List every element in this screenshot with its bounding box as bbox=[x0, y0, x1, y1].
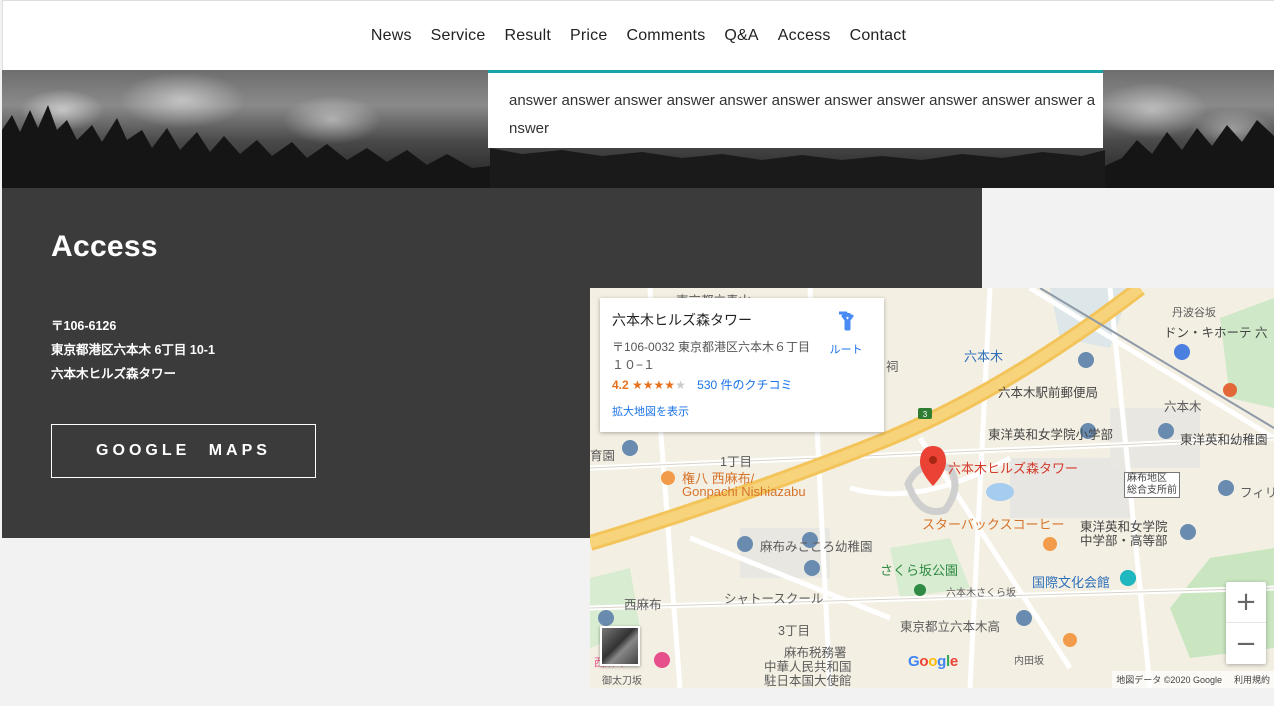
nav-service[interactable]: Service bbox=[421, 27, 495, 45]
reviews-link[interactable]: 530 件のクチコミ bbox=[697, 378, 792, 392]
place-rating: 4.2 ★★★★★ 530 件のクチコミ bbox=[612, 376, 872, 393]
satellite-toggle[interactable] bbox=[600, 626, 640, 666]
rating-stars-icon: ★★★★ bbox=[632, 378, 676, 392]
page: News Service Result Price Comments Q&A A… bbox=[0, 0, 1274, 706]
map-label-naidabazaka: 内田坂 bbox=[1014, 656, 1044, 667]
map-label-roppongi-high: 東京都立六本木高 bbox=[900, 620, 1001, 634]
nav-result[interactable]: Result bbox=[495, 27, 561, 45]
map-label-azabu-branch: 麻布地区 総合支所前 bbox=[1124, 472, 1180, 498]
site-header: News Service Result Price Comments Q&A A… bbox=[2, 0, 1274, 70]
zoom-controls: + − bbox=[1226, 582, 1266, 664]
zoom-out-button[interactable]: − bbox=[1226, 623, 1266, 664]
terms-link[interactable]: 利用規約 bbox=[1234, 673, 1270, 686]
map-label-kokoro: 麻布みこころ幼稚園 bbox=[760, 540, 873, 554]
map-label-gonpachi-en: Gonpachi Nishiazabu bbox=[682, 484, 806, 499]
map-data-credit: 地図データ ©2020 Google bbox=[1116, 675, 1222, 685]
map-label-post-office: 六本木駅前郵便局 bbox=[998, 386, 1099, 400]
map-label-kokusai: 国際文化会館 bbox=[1032, 575, 1111, 590]
access-address: 〒106-6126 東京都港区六本木 6丁目 10-1 六本木ヒルズ森タワー bbox=[51, 314, 215, 386]
nav-qa[interactable]: Q&A bbox=[715, 27, 768, 45]
nav-access[interactable]: Access bbox=[768, 27, 840, 45]
map-label-chateau: シャトースクール bbox=[724, 592, 824, 606]
zoom-in-button[interactable]: + bbox=[1226, 582, 1266, 623]
access-title: Access bbox=[51, 230, 158, 263]
map-label-tanbazaka: 丹波谷坂 bbox=[1172, 307, 1216, 319]
map-label-toyo-elementary: 東洋英和女学院小学部 bbox=[988, 428, 1114, 442]
nav-comments[interactable]: Comments bbox=[617, 27, 715, 45]
rating-value: 4.2 bbox=[612, 378, 629, 392]
embedded-map[interactable]: 3 東京都立青山 丹波谷坂 ドン・キホーテ 六 六本木 bbox=[590, 288, 1274, 688]
qa-answer-card: answer answer answer answer answer answe… bbox=[488, 70, 1103, 148]
enlarge-map-link[interactable]: 拡大地図を表示 bbox=[612, 403, 872, 419]
nav-contact[interactable]: Contact bbox=[840, 27, 916, 45]
map-label-roppongi-area: 六本木 bbox=[1164, 400, 1202, 414]
route-button[interactable]: ルート bbox=[826, 310, 866, 357]
main-nav: News Service Result Price Comments Q&A A… bbox=[361, 27, 915, 45]
map-label-3chome: 3丁目 bbox=[778, 624, 810, 638]
directions-icon bbox=[839, 311, 854, 331]
map-label-tax-office: 麻布税務署 bbox=[784, 646, 847, 660]
map-label-toyo-kindergarten: 東洋英和幼稚園 bbox=[1180, 433, 1268, 447]
route-label: ルート bbox=[829, 344, 863, 356]
map-footer: 地図データ ©2020 Google 利用規約 bbox=[1112, 671, 1274, 688]
map-label-gotabi: 御太刀坂 bbox=[602, 676, 642, 687]
map-label-toyo-junior: 東洋英和女学院 中学部・高等部 bbox=[1080, 520, 1168, 548]
map-label-sakurazaka-street: 六本木さくら坂 bbox=[946, 588, 1016, 599]
map-label-shrine: 祠 bbox=[886, 360, 899, 374]
rating-empty-star-icon: ★ bbox=[675, 378, 686, 392]
place-address: 〒106-0032 東京都港区六本木６丁目１０−１ bbox=[612, 340, 811, 372]
map-label-starbucks: スターバックスコーヒー bbox=[922, 517, 1065, 532]
postal-code: 〒106-6126 bbox=[51, 319, 117, 333]
nav-news[interactable]: News bbox=[361, 27, 421, 45]
google-maps-button[interactable]: GOOGLE MAPS bbox=[51, 424, 316, 478]
map-label-ikuo: 育園 bbox=[590, 449, 616, 463]
svg-text:3: 3 bbox=[923, 410, 928, 419]
street-address: 東京都港区六本木 6丁目 10-1 bbox=[51, 343, 215, 357]
nav-price[interactable]: Price bbox=[561, 27, 617, 45]
building-name: 六本木ヒルズ森タワー bbox=[51, 367, 177, 381]
google-logo: Google bbox=[908, 653, 958, 670]
map-label-mori-tower: 六本木ヒルズ森タワー bbox=[948, 461, 1079, 476]
qa-answer-text: answer answer answer answer answer answe… bbox=[509, 92, 1096, 137]
map-info-card: 六本木ヒルズ森タワー 〒106-0032 東京都港区六本木６丁目１０−１ 4.2… bbox=[600, 298, 884, 432]
map-label-donki: ドン・キホーテ 六 bbox=[1164, 326, 1268, 340]
map-label-sakurazaka-park: さくら坂公園 bbox=[880, 563, 959, 578]
map-label-roppongi-station: 六本木 bbox=[964, 349, 1004, 364]
map-label-china-embassy: 中華人民共和国 駐日本国大使館 bbox=[764, 660, 852, 688]
map-label-phil: フィリ bbox=[1240, 486, 1274, 500]
map-label-nishiazabu: 西麻布 bbox=[624, 598, 662, 612]
